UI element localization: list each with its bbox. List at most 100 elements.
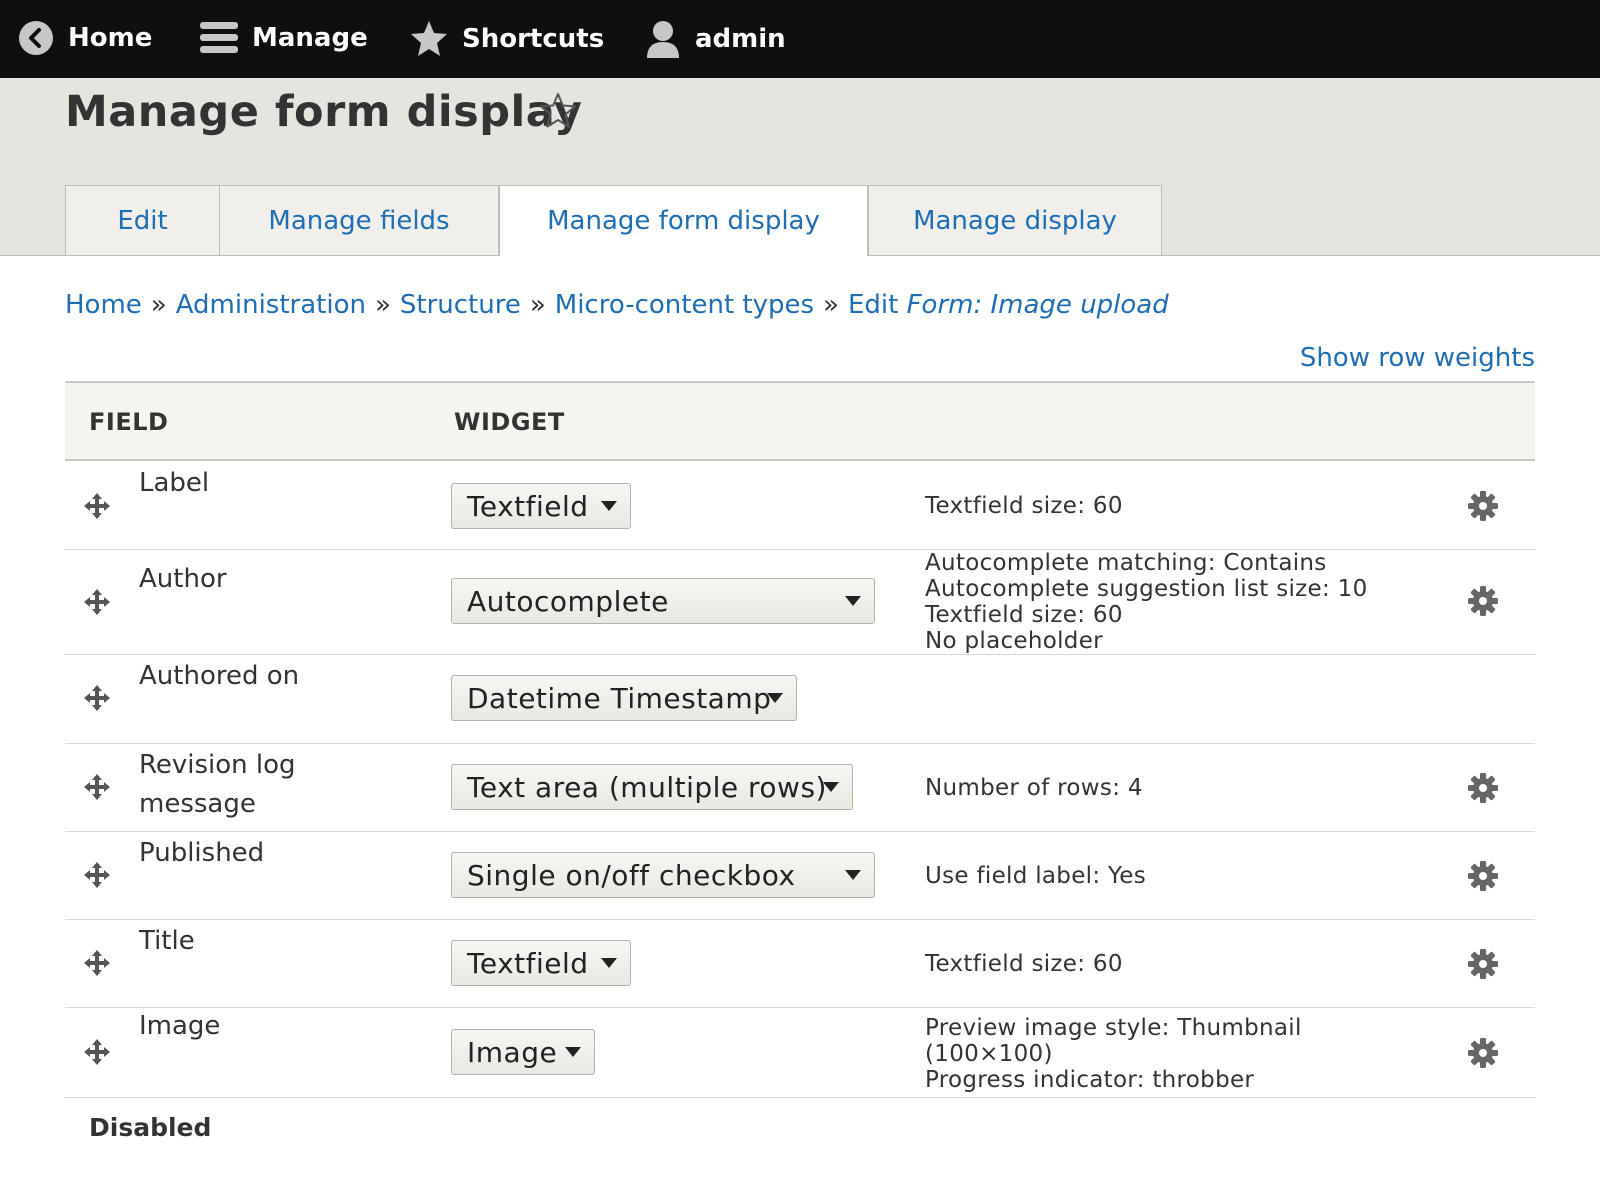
page-title: Manage form display	[65, 87, 583, 137]
widget-select-value: Autocomplete	[467, 584, 669, 618]
settings-gear-icon[interactable]	[1467, 490, 1499, 526]
table-row: Author Autocomplete Autocomplete matchin…	[65, 550, 1535, 655]
drag-handle-icon[interactable]	[83, 773, 111, 805]
column-header-field: FIELD	[89, 408, 169, 436]
drag-handle-icon[interactable]	[83, 949, 111, 981]
drag-handle-icon[interactable]	[83, 684, 111, 716]
hamburger-menu-icon	[200, 20, 238, 56]
tab-manage-display[interactable]: Manage display	[868, 185, 1162, 255]
widget-select[interactable]: Single on/off checkbox	[451, 852, 875, 898]
widget-select[interactable]: Image	[451, 1029, 595, 1075]
tab-edit[interactable]: Edit	[65, 185, 220, 255]
field-name: Title	[139, 926, 195, 956]
summary-line: Textfield size: 60	[925, 951, 1123, 977]
widget-select-value: Textfield	[467, 946, 589, 980]
breadcrumb: Home » Administration » Structure » Micro-cont…	[65, 290, 1169, 320]
back-arrow-icon	[18, 20, 54, 56]
summary-line: Textfield size: 60	[925, 493, 1123, 519]
breadcrumb-separator: »	[529, 290, 546, 320]
widget-select-value: Textfield	[467, 489, 589, 523]
toolbar-shortcuts-link[interactable]: Shortcuts	[410, 20, 604, 58]
summary-line: Progress indicator: throbber	[925, 1067, 1255, 1093]
breadcrumb-current: Form: Image upload	[906, 290, 1169, 320]
widget-select[interactable]: Text area (multiple rows)	[451, 764, 853, 810]
dropdown-caret-icon	[565, 1047, 581, 1057]
table-row: Label Textfield Textfield size: 60	[65, 461, 1535, 550]
summary-line: Preview image style: Thumbnail	[925, 1015, 1302, 1041]
toolbar-shortcuts-label: Shortcuts	[462, 24, 605, 54]
tab-manage-form-display[interactable]: Manage form display	[499, 185, 868, 256]
field-name: Image	[139, 1011, 221, 1041]
shortcut-star-icon[interactable]	[539, 92, 577, 134]
table-row: Revision log message Text area (multiple…	[65, 744, 1535, 832]
dropdown-caret-icon	[845, 596, 861, 606]
field-name: Authored on	[139, 661, 300, 691]
widget-summary: Textfield size: 60	[925, 493, 1123, 519]
column-header-widget: WIDGET	[454, 408, 565, 436]
toolbar-user-label: admin	[695, 24, 786, 54]
summary-line: Autocomplete matching: Contains	[925, 550, 1327, 576]
dropdown-caret-icon	[601, 501, 617, 511]
toolbar-home-link[interactable]: Home	[18, 20, 152, 56]
breadcrumb-separator: »	[150, 290, 167, 320]
settings-gear-icon[interactable]	[1467, 860, 1499, 896]
user-icon	[645, 20, 681, 58]
field-name: Label	[139, 468, 210, 498]
settings-gear-icon[interactable]	[1467, 772, 1499, 808]
table-row: Image Image Preview image style: Thumbna…	[65, 1008, 1535, 1098]
widget-select[interactable]: Autocomplete	[451, 578, 875, 624]
settings-gear-icon[interactable]	[1467, 1037, 1499, 1073]
breadcrumb-micro-content-types[interactable]: Micro-content types	[555, 290, 814, 320]
drag-handle-icon[interactable]	[83, 861, 111, 893]
widget-summary: Use field label: Yes	[925, 863, 1146, 889]
tab-manage-fields[interactable]: Manage fields	[220, 185, 499, 255]
table-row: Published Single on/off checkbox Use fie…	[65, 832, 1535, 920]
breadcrumb-separator: »	[374, 290, 391, 320]
widget-summary: Number of rows: 4	[925, 775, 1143, 801]
breadcrumb-separator: »	[823, 290, 839, 320]
drag-handle-icon[interactable]	[83, 588, 111, 620]
widget-select[interactable]: Textfield	[451, 940, 631, 986]
breadcrumb-structure[interactable]: Structure	[400, 290, 521, 320]
toolbar-user-link[interactable]: admin	[645, 20, 786, 58]
form-display-table: FIELD WIDGET Label Textfield Textfield s…	[65, 381, 1535, 1098]
table-row: Title Textfield Textfield size: 60	[65, 920, 1535, 1008]
summary-line: Number of rows: 4	[925, 775, 1143, 801]
field-name: Revision log message	[139, 750, 296, 819]
toolbar-manage-link[interactable]: Manage	[200, 20, 368, 56]
breadcrumb-edit-label: Edit	[847, 290, 899, 320]
star-filled-icon	[410, 20, 448, 58]
primary-tabs: Edit Manage fields Manage form display M…	[65, 185, 1162, 256]
widget-select-value: Datetime Timestamp	[467, 681, 772, 715]
table-row: Authored on Datetime Timestamp	[65, 655, 1535, 744]
show-row-weights-button[interactable]: Show row weights	[1300, 343, 1535, 373]
admin-toolbar: Home Manage Shortcuts admin	[0, 0, 1600, 78]
dropdown-caret-icon	[823, 782, 839, 792]
widget-select-value: Text area (multiple rows)	[467, 770, 827, 804]
field-name: Published	[139, 838, 265, 868]
widget-summary: Textfield size: 60	[925, 951, 1123, 977]
widget-select[interactable]: Textfield	[451, 483, 631, 529]
summary-line: Autocomplete suggestion list size: 10	[925, 576, 1368, 602]
widget-select-value: Single on/off checkbox	[467, 858, 796, 892]
summary-line: Textfield size: 60	[925, 602, 1123, 628]
breadcrumb-home[interactable]: Home	[65, 290, 142, 320]
summary-line: Use field label: Yes	[925, 863, 1147, 889]
toolbar-home-label: Home	[68, 23, 153, 53]
dropdown-caret-icon	[767, 693, 783, 703]
dropdown-caret-icon	[601, 958, 617, 968]
settings-gear-icon[interactable]	[1467, 585, 1499, 621]
widget-select[interactable]: Datetime Timestamp	[451, 675, 797, 721]
summary-line: No placeholder	[925, 628, 1103, 654]
breadcrumb-administration[interactable]: Administration	[176, 290, 366, 320]
drag-handle-icon[interactable]	[83, 492, 111, 524]
widget-summary: Preview image style: Thumbnail (100×100)…	[925, 1015, 1302, 1093]
disabled-region-heading: Disabled	[89, 1113, 212, 1142]
dropdown-caret-icon	[845, 870, 861, 880]
breadcrumb-edit[interactable]: Edit Form: Image upload	[848, 290, 1169, 320]
drag-handle-icon[interactable]	[83, 1038, 111, 1070]
widget-select-value: Image	[467, 1035, 558, 1069]
toolbar-manage-label: Manage	[252, 23, 368, 53]
settings-gear-icon[interactable]	[1467, 948, 1499, 984]
table-header: FIELD WIDGET	[65, 381, 1535, 461]
